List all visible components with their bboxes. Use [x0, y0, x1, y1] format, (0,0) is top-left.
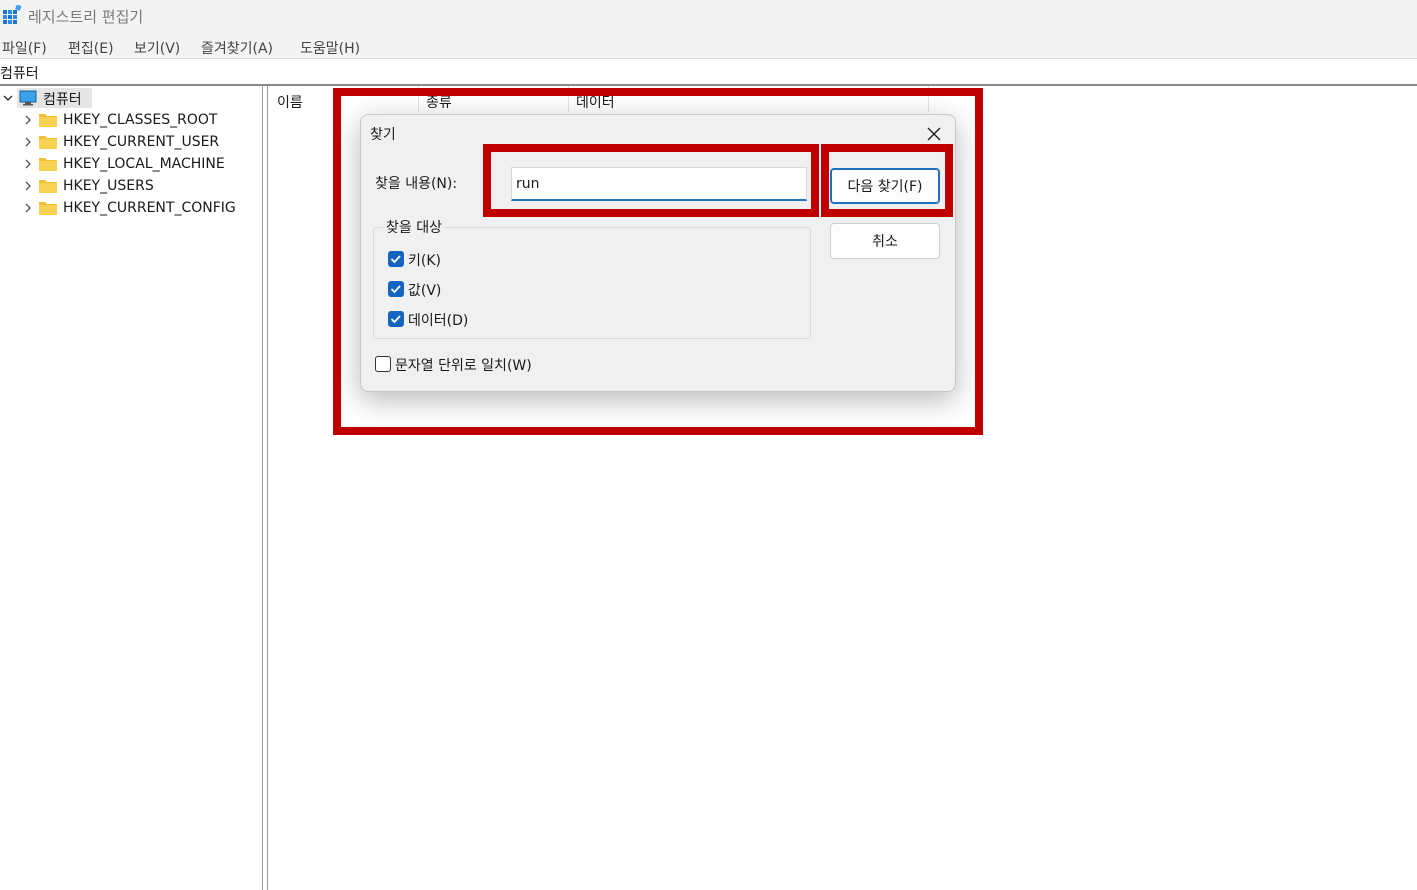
folder-icon: [39, 202, 57, 215]
column-header-type[interactable]: 종류: [426, 92, 452, 112]
chevron-right-icon[interactable]: [23, 203, 33, 213]
window-title: 레지스트리 편집기: [28, 8, 144, 26]
menu-bar: 파일(F) 편집(E) 보기(V) 즐겨찾기(A) 도움말(H): [0, 32, 1417, 59]
data-checkbox[interactable]: [388, 311, 404, 327]
chevron-right-icon[interactable]: [23, 137, 33, 147]
tree-item-hkey-users[interactable]: HKEY_USERS: [0, 175, 260, 197]
menu-favorites[interactable]: 즐겨찾기(A): [201, 38, 273, 58]
column-divider[interactable]: [928, 86, 929, 112]
find-what-input[interactable]: [511, 167, 807, 201]
keys-checkbox[interactable]: [388, 251, 404, 267]
column-divider[interactable]: [418, 86, 419, 112]
look-at-group-title: 찾을 대상: [383, 217, 445, 237]
tree-item-label: HKEY_LOCAL_MACHINE: [63, 156, 225, 172]
menu-view[interactable]: 보기(V): [134, 38, 180, 58]
values-checkbox[interactable]: [388, 281, 404, 297]
chevron-down-icon[interactable]: [3, 93, 13, 103]
tree-item-label: HKEY_USERS: [63, 178, 154, 194]
tree-item-hkey-classes-root[interactable]: HKEY_CLASSES_ROOT: [0, 109, 260, 131]
tree-item-label: HKEY_CLASSES_ROOT: [63, 112, 218, 128]
checkmark-icon: [390, 315, 401, 324]
match-whole-string-checkbox[interactable]: [375, 356, 391, 372]
data-checkbox-label[interactable]: 데이터(D): [408, 310, 468, 330]
find-what-label: 찾을 내용(N):: [375, 176, 458, 192]
dialog-title: 찾기: [370, 127, 396, 143]
address-path: 컴퓨터: [0, 66, 39, 82]
checkmark-icon: [390, 285, 401, 294]
tree-item-label: 컴퓨터: [43, 92, 82, 108]
folder-icon: [39, 180, 57, 193]
tree-item-hkey-local-machine[interactable]: HKEY_LOCAL_MACHINE: [0, 153, 260, 175]
close-icon[interactable]: [923, 123, 945, 145]
tree-item-hkey-current-config[interactable]: HKEY_CURRENT_CONFIG: [0, 197, 260, 219]
folder-icon: [39, 158, 57, 171]
column-header-name[interactable]: 이름: [277, 92, 303, 112]
column-divider[interactable]: [568, 86, 569, 112]
find-dialog: 찾기 찾을 내용(N): 다음 찾기(F) 취소 찾을 대상 키(K) 값(V)…: [360, 114, 956, 392]
keys-checkbox-label[interactable]: 키(K): [408, 250, 441, 270]
tree-item-label: HKEY_CURRENT_CONFIG: [63, 200, 236, 216]
column-header-data[interactable]: 데이터: [576, 92, 615, 112]
menu-help[interactable]: 도움말(H): [300, 38, 360, 58]
tree-item-hkey-current-user[interactable]: HKEY_CURRENT_USER: [0, 131, 260, 153]
address-bar[interactable]: 컴퓨터: [0, 59, 1417, 86]
match-whole-string-label[interactable]: 문자열 단위로 일치(W): [395, 355, 532, 375]
checkmark-icon: [390, 255, 401, 264]
chevron-right-icon[interactable]: [23, 181, 33, 191]
tree-item-computer[interactable]: 컴퓨터: [0, 87, 100, 109]
chevron-right-icon[interactable]: [23, 159, 33, 169]
title-bar: 레지스트리 편집기: [0, 0, 1417, 32]
menu-file[interactable]: 파일(F): [2, 38, 47, 58]
folder-icon: [39, 136, 57, 149]
cancel-button[interactable]: 취소: [830, 223, 940, 259]
values-checkbox-label[interactable]: 값(V): [408, 280, 441, 300]
tree-item-label: HKEY_CURRENT_USER: [63, 134, 220, 150]
menu-edit[interactable]: 편집(E): [68, 38, 114, 58]
registry-editor-icon: [3, 5, 22, 24]
chevron-right-icon[interactable]: [23, 115, 33, 125]
computer-icon: [19, 90, 37, 106]
find-next-button[interactable]: 다음 찾기(F): [830, 168, 940, 204]
folder-icon: [39, 114, 57, 127]
